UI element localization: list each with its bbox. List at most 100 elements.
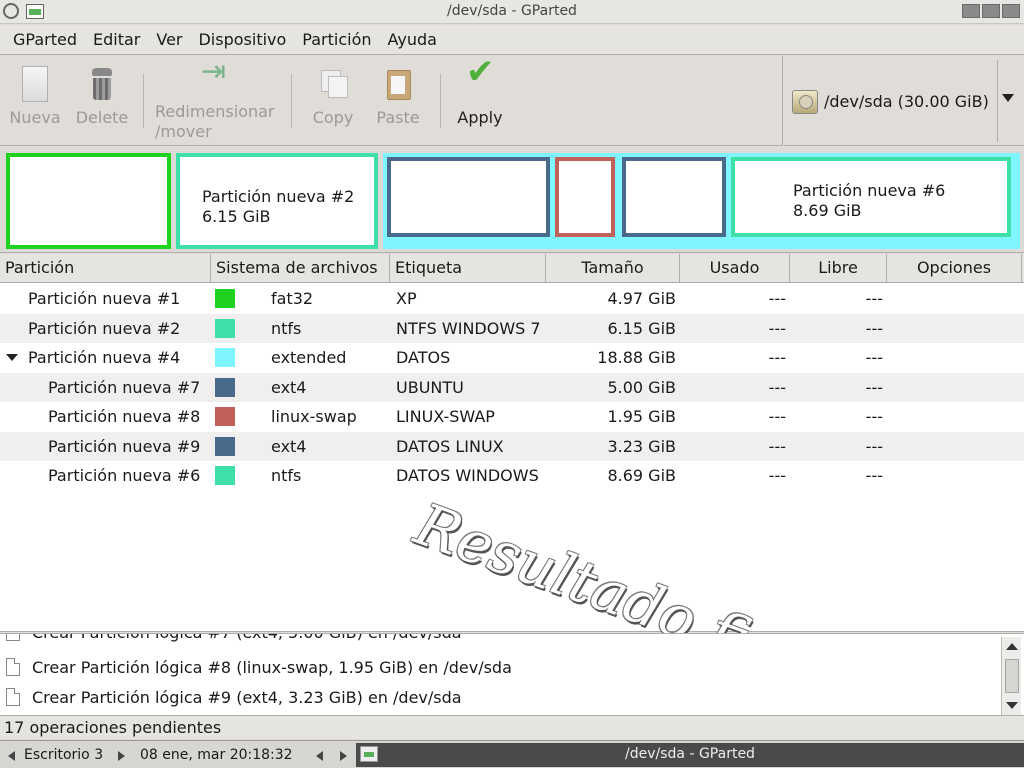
- graphic-partition-2-size: 6.15 GiB: [202, 207, 271, 226]
- table-row[interactable]: Partición nueva #7 ext4 UBUNTU 5.00 GiB --- -…: [0, 372, 1024, 402]
- graphic-extended-partition[interactable]: Partición nueva #6 8.69 GiB: [383, 153, 1020, 249]
- col-tamano[interactable]: Tamaño: [546, 254, 680, 283]
- task-title: /dev/sda - GParted: [625, 746, 755, 762]
- next-desktop-icon[interactable]: [118, 751, 125, 761]
- partition-label: NTFS WINDOWS 7: [396, 318, 541, 338]
- partition-label: DATOS: [396, 348, 451, 367]
- col-usado[interactable]: Usado: [680, 254, 790, 283]
- disk-icon: [792, 90, 818, 114]
- minimize-button[interactable]: [962, 4, 980, 18]
- operation-item[interactable]: Crear Partición lógica #8 (linux-swap, 1…: [6, 653, 512, 682]
- partition-used: ---: [768, 318, 786, 338]
- partition-label: UBUNTU: [396, 377, 464, 397]
- close-button[interactable]: [1002, 4, 1020, 18]
- partition-free: ---: [865, 318, 883, 338]
- graphic-partition-2[interactable]: Partición nueva #2 6.15 GiB: [176, 153, 378, 249]
- col-sistema-archivos[interactable]: Sistema de archivos: [211, 254, 390, 283]
- partition-used: ---: [768, 289, 786, 308]
- maximize-button[interactable]: [982, 4, 1000, 18]
- partition-name: Partición nueva #1: [28, 289, 181, 308]
- table-row[interactable]: Partición nueva #6 ntfs DATOS WINDOWS 8.69 …: [0, 461, 1024, 490]
- partition-free: ---: [865, 289, 883, 308]
- table-row[interactable]: Partición nueva #9 ext4 DATOS LINUX 3.23 Gi…: [0, 431, 1024, 461]
- partition-used: ---: [768, 436, 786, 456]
- chevron-down-icon[interactable]: [1002, 94, 1014, 102]
- resize-move-button[interactable]: Redimensionar /mover: [155, 62, 279, 142]
- partition-size: 4.97 GiB: [607, 289, 676, 308]
- new-label: Nueva: [9, 108, 61, 127]
- toolbar-separator: [440, 74, 441, 128]
- operation-item[interactable]: Crear Partición lógica #9 (ext4, 3.23 Gi…: [6, 683, 462, 712]
- device-selector-separator: [997, 60, 998, 142]
- partition-name: Partición nueva #8: [48, 407, 201, 426]
- menu-particion[interactable]: Partición: [302, 30, 371, 49]
- col-etiqueta[interactable]: Etiqueta: [390, 254, 546, 283]
- title-bar: /dev/sda - GParted: [0, 0, 1024, 24]
- filesystem-type: linux-swap: [271, 407, 357, 426]
- filesystem-type: ext4: [271, 377, 307, 397]
- document-icon: [6, 634, 20, 641]
- device-selector[interactable]: /dev/sda (30.00 GiB): [784, 56, 1024, 146]
- new-partition-icon: [22, 66, 48, 102]
- table-row[interactable]: Partición nueva #1 fat32 XP 4.97 GiB --- ---: [0, 284, 1024, 313]
- table-row[interactable]: Partición nueva #4 extended DATOS 18.88 GiB…: [0, 343, 1024, 372]
- col-opciones[interactable]: Opciones: [887, 254, 1022, 283]
- taskbar-task-gparted[interactable]: /dev/sda - GParted: [356, 743, 1024, 767]
- scroll-down-icon[interactable]: [1006, 702, 1018, 709]
- filesystem-color-swatch: [215, 407, 235, 426]
- graphic-partition-9[interactable]: [622, 157, 726, 237]
- window-controls: [962, 4, 1020, 18]
- expand-triangle-icon[interactable]: [6, 354, 18, 361]
- col-libre[interactable]: Libre: [790, 254, 887, 283]
- menu-ayuda[interactable]: Ayuda: [388, 30, 437, 49]
- menu-gparted[interactable]: GParted: [13, 30, 77, 49]
- table-row[interactable]: Partición nueva #8 linux-swap LINUX-SWAP 1.…: [0, 402, 1024, 431]
- filesystem-color-swatch: [215, 348, 235, 367]
- new-button[interactable]: Nueva: [8, 66, 62, 128]
- desktop-name[interactable]: Escritorio 3: [24, 747, 103, 763]
- partition-table: Partición Sistema de archivos Etiqueta T…: [0, 254, 1024, 632]
- checkmark-icon: [464, 62, 496, 102]
- menu-editar[interactable]: Editar: [93, 30, 140, 49]
- pending-operations-status: 17 operaciones pendientes: [4, 718, 222, 737]
- paste-label: Paste: [376, 108, 420, 127]
- apply-label: Apply: [457, 108, 503, 127]
- partition-used: ---: [768, 466, 786, 485]
- operation-item[interactable]: Crear Partición lógica #7 (ext4, 5.00 Gi…: [6, 634, 462, 647]
- copy-label: Copy: [312, 108, 354, 127]
- partition-size: 6.15 GiB: [607, 318, 676, 338]
- partition-free: ---: [865, 348, 883, 367]
- copy-button[interactable]: Copy: [308, 66, 358, 128]
- paste-icon: [382, 66, 414, 102]
- scrollbar-thumb[interactable]: [1005, 659, 1019, 693]
- menu-ver[interactable]: Ver: [156, 30, 182, 49]
- delete-label: Delete: [75, 108, 129, 127]
- device-label: /dev/sda (30.00 GiB): [824, 92, 989, 111]
- prev-desktop-icon[interactable]: [8, 751, 15, 761]
- table-row[interactable]: Partición nueva #2 ntfs NTFS WINDOWS 7 6.15…: [0, 313, 1024, 343]
- next-task-icon[interactable]: [340, 751, 347, 761]
- menu-dispositivo[interactable]: Dispositivo: [198, 30, 286, 49]
- filesystem-color-swatch: [215, 436, 235, 456]
- delete-button[interactable]: Delete: [72, 66, 132, 128]
- graphic-partition-7[interactable]: [387, 157, 550, 237]
- col-particion[interactable]: Partición: [0, 254, 211, 283]
- graphic-partition-2-name: Partición nueva #2: [202, 187, 355, 206]
- filesystem-color-swatch: [215, 289, 235, 308]
- partition-size: 1.95 GiB: [607, 407, 676, 426]
- operations-scrollbar[interactable]: [1001, 637, 1021, 715]
- graphic-partition-1[interactable]: [6, 153, 171, 249]
- filesystem-color-swatch: [215, 377, 235, 397]
- scroll-up-icon[interactable]: [1006, 643, 1018, 650]
- graphic-partition-8[interactable]: [555, 157, 615, 237]
- table-header: Partición Sistema de archivos Etiqueta T…: [0, 254, 1024, 283]
- graphic-partition-6[interactable]: Partición nueva #6 8.69 GiB: [731, 157, 1011, 237]
- paste-button[interactable]: Paste: [372, 66, 424, 128]
- prev-task-icon[interactable]: [316, 751, 323, 761]
- trash-icon: [86, 66, 118, 102]
- graphic-partition-6-size: 8.69 GiB: [793, 201, 862, 220]
- partition-label: LINUX-SWAP: [396, 407, 495, 426]
- filesystem-color-swatch: [215, 466, 235, 485]
- partition-graphic-bar: Partición nueva #2 6.15 GiB Partición nu…: [0, 147, 1024, 253]
- apply-button[interactable]: Apply: [454, 62, 506, 128]
